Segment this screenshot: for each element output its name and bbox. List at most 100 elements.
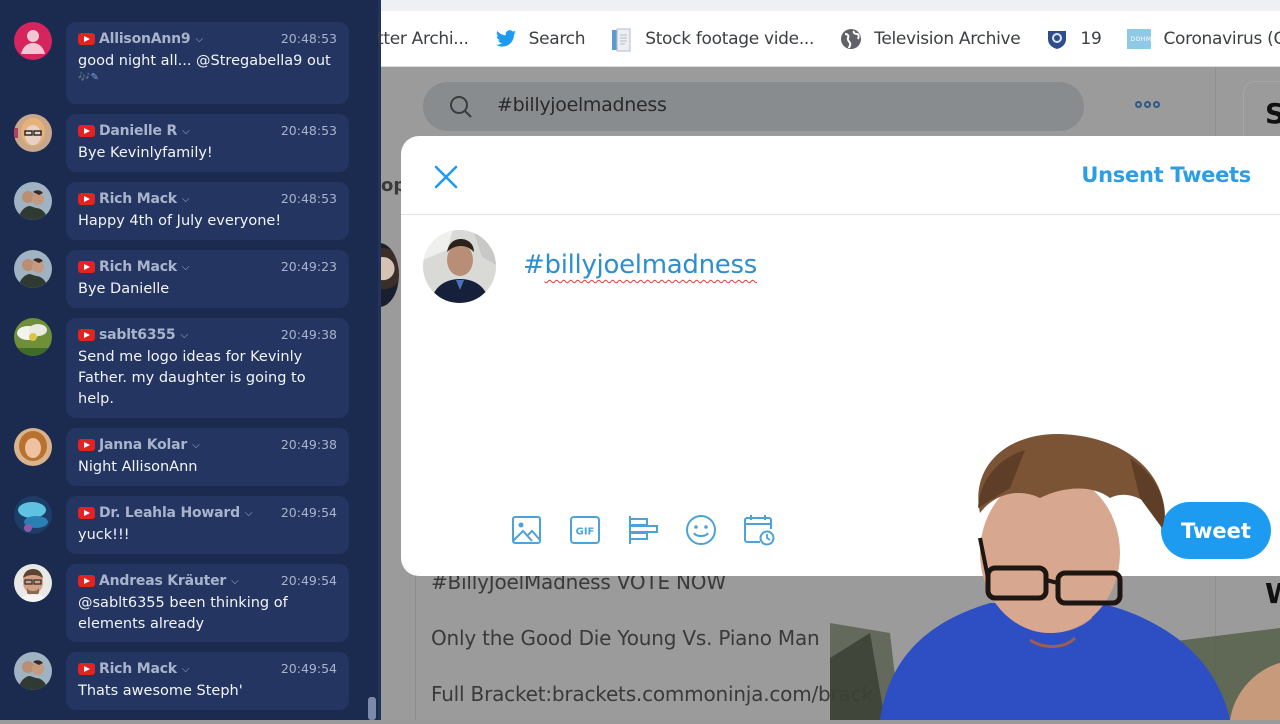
bookmark-19[interactable]: 19: [1046, 28, 1102, 50]
tab-strip: [381, 0, 1280, 11]
chat-text: good night all... @Stregabella9 out: [78, 53, 331, 69]
youtube-icon: [78, 575, 95, 587]
chat-bubble: Rich Mack ⌵ 20:49:54 Thats awesome Steph': [66, 652, 349, 710]
unsent-tweets-button[interactable]: Unsent Tweets: [1081, 163, 1251, 187]
chat-bubble: sablt6355 ⌵ 20:49:38 Send me logo ideas for…: [66, 318, 349, 418]
chat-avatar[interactable]: [14, 564, 52, 602]
chat-avatar[interactable]: [14, 428, 52, 466]
sidebar-heading-partial: S: [1265, 97, 1280, 130]
chat-bubble: Andreas Kräuter ⌵ 20:49:54 @sablt6355 been …: [66, 564, 349, 642]
chevron-down-icon[interactable]: ⌵: [245, 508, 253, 519]
chevron-down-icon[interactable]: ⌵: [180, 330, 188, 341]
twitter-search-input[interactable]: #billyjoelmadness: [423, 82, 1084, 131]
composer-avatar[interactable]: [423, 230, 496, 303]
chat-message-header: Janna Kolar ⌵ 20:49:38: [78, 436, 337, 454]
chat-author[interactable]: Andreas Kräuter: [99, 573, 226, 589]
chat-timestamp: 20:48:53: [280, 123, 337, 138]
youtube-icon: [78, 329, 95, 341]
bookmark-twitter-search[interactable]: Search: [495, 28, 586, 50]
gif-button[interactable]: GIF: [569, 514, 601, 546]
live-chat-panel: AllisonAnn9 ⌵ 20:48:53 good night all... @S…: [0, 0, 381, 720]
chat-author[interactable]: AllisonAnn9: [99, 31, 191, 47]
chat-message-header: AllisonAnn9 ⌵ 20:48:53: [78, 30, 337, 48]
chat-timestamp: 20:49:23: [280, 259, 337, 274]
chat-text: Bye Kevinlyfamily!: [78, 145, 213, 161]
chevron-down-icon[interactable]: ⌵: [182, 664, 190, 675]
poll-icon: [629, 516, 658, 544]
chevron-down-icon[interactable]: ⌵: [182, 262, 190, 273]
compose-tweet-modal: Unsent Tweets #billyjoelmadness GIF Twee…: [401, 136, 1280, 576]
close-button[interactable]: [431, 162, 461, 192]
bookmarks-bar: tter Archi... Search Stock footage vide.…: [377, 11, 1280, 67]
bookmark-label: Stock footage vide...: [645, 28, 815, 49]
bookmark-label: Coronavirus (COV: [1163, 28, 1280, 49]
bookmark-label: Search: [528, 28, 586, 49]
chat-message-header: sablt6355 ⌵ 20:49:38: [78, 326, 337, 344]
chat-scrollbar[interactable]: [368, 697, 376, 720]
chat-text: Night AllisonAnn: [78, 459, 198, 475]
youtube-icon: [78, 193, 95, 205]
chat-bubble: Danielle R ⌵ 20:48:53 Bye Kevinlyfamily!: [66, 114, 349, 172]
twitter-page-dimmed: #billyjoelmadness S W op #BillyJoelMadne…: [381, 67, 1280, 720]
chat-text: yuck!!!: [78, 527, 130, 543]
svg-text:GIF: GIF: [576, 527, 595, 538]
bookmark-label: 19: [1080, 28, 1102, 49]
chat-message-header: Rich Mack ⌵ 20:49:54: [78, 660, 337, 678]
chat-author[interactable]: Rich Mack: [99, 259, 177, 275]
hashtag-word: billyjoelmadness: [544, 250, 758, 280]
chat-emoji: 🎶✎: [78, 72, 99, 83]
youtube-icon: [78, 261, 95, 273]
chat-avatar[interactable]: [14, 182, 52, 220]
chat-author[interactable]: Janna Kolar: [99, 437, 187, 453]
chevron-down-icon[interactable]: ⌵: [182, 126, 190, 137]
bookmark-stock-footage[interactable]: Stock footage vide...: [611, 28, 815, 51]
dohmh-icon: DOHMH: [1127, 28, 1156, 49]
shield-crest-icon: [1046, 28, 1068, 50]
chat-message-header: Andreas Kräuter ⌵ 20:49:54: [78, 572, 337, 590]
timeline-divider: [415, 567, 416, 720]
chat-author[interactable]: Rich Mack: [99, 661, 177, 677]
chat-avatar[interactable]: [14, 114, 52, 152]
chat-author[interactable]: Danielle R: [99, 123, 177, 139]
chat-avatar[interactable]: [14, 496, 52, 534]
poll-button[interactable]: [627, 514, 659, 546]
chat-timestamp: 20:48:53: [280, 31, 337, 46]
background-tweet-avatar: [381, 243, 399, 307]
chat-timestamp: 20:49:54: [280, 573, 337, 588]
emoji-icon: [686, 515, 716, 545]
chat-bubble: Rich Mack ⌵ 20:49:23 Bye Danielle: [66, 250, 349, 308]
globe-icon: [840, 28, 862, 50]
chat-timestamp: 20:49:38: [280, 437, 337, 452]
chevron-down-icon[interactable]: ⌵: [182, 194, 190, 205]
chat-avatar[interactable]: [14, 22, 52, 60]
chevron-down-icon[interactable]: ⌵: [231, 576, 239, 587]
chat-avatar[interactable]: [14, 318, 52, 356]
emoji-button[interactable]: [685, 514, 717, 546]
bookmark-archive[interactable]: tter Archi...: [377, 29, 469, 49]
chat-author[interactable]: Rich Mack: [99, 191, 177, 207]
tweet-text-input[interactable]: #billyjoelmadness: [523, 250, 757, 280]
tweet-button[interactable]: Tweet: [1161, 502, 1271, 559]
bookmark-coronavirus[interactable]: DOHMH Coronavirus (COV: [1127, 28, 1280, 49]
hashtag-symbol: #: [523, 250, 545, 280]
more-options-icon[interactable]: [1135, 101, 1160, 108]
chat-author[interactable]: sablt6355: [99, 327, 176, 343]
chat-bubble: AllisonAnn9 ⌵ 20:48:53 good night all... @S…: [66, 22, 349, 104]
chat-timestamp: 20:49:54: [280, 505, 337, 520]
chat-author[interactable]: Dr. Leahla Howard: [99, 505, 240, 521]
media-icon: [512, 516, 541, 544]
media-button[interactable]: [511, 514, 543, 546]
schedule-button[interactable]: [743, 514, 775, 546]
chat-avatar[interactable]: [14, 250, 52, 288]
search-query: #billyjoelmadness: [497, 94, 667, 116]
chat-text: Bye Danielle: [78, 281, 170, 297]
chat-avatar[interactable]: [14, 652, 52, 690]
browser-window: tter Archi... Search Stock footage vide.…: [377, 0, 1280, 720]
background-tweet-link[interactable]: Full Bracket:brackets.commoninja.com/bra…: [431, 682, 873, 706]
chat-message-header: Dr. Leahla Howard ⌵ 20:49:54: [78, 504, 337, 522]
bookmark-television-archive[interactable]: Television Archive: [840, 28, 1021, 50]
chevron-down-icon[interactable]: ⌵: [192, 440, 200, 451]
youtube-icon: [78, 125, 95, 137]
chat-message-header: Danielle R ⌵ 20:48:53: [78, 122, 337, 140]
chevron-down-icon[interactable]: ⌵: [195, 34, 203, 45]
